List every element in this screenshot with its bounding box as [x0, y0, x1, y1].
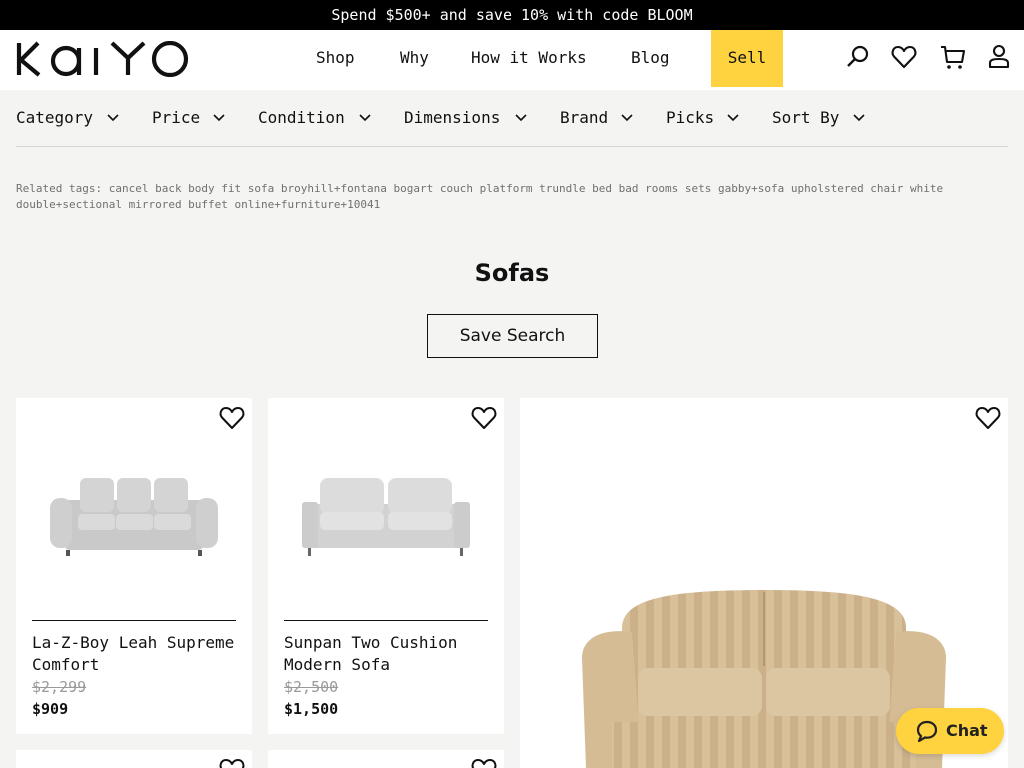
sale-price: $1,500 — [284, 700, 339, 718]
chevron-down-icon — [107, 114, 119, 122]
original-price: $2,299 — [32, 678, 87, 696]
product-card[interactable] — [16, 750, 252, 768]
product-name[interactable]: Sunpan Two Cushion Modern Sofa — [284, 632, 494, 676]
product-image[interactable] — [302, 476, 470, 556]
chevron-down-icon — [853, 114, 865, 122]
heart-icon[interactable] — [470, 404, 498, 432]
chevron-down-icon — [727, 114, 739, 122]
filter-label: Sort By — [772, 108, 840, 127]
filter-dimensions[interactable]: Dimensions — [404, 90, 527, 146]
chevron-down-icon — [359, 114, 371, 122]
filter-category[interactable]: Category — [16, 90, 119, 146]
product-card[interactable]: Sunpan Two Cushion Modern Sofa $2,500 $1… — [268, 398, 504, 734]
filter-label: Picks — [666, 108, 715, 127]
filter-bar: Category Price Condition Dimensions Bran… — [16, 90, 1008, 147]
chat-button[interactable]: Chat — [896, 708, 1004, 754]
chevron-down-icon — [213, 114, 225, 122]
product-image[interactable] — [50, 476, 218, 558]
filter-sort-by[interactable]: Sort By — [772, 90, 865, 146]
nav-blog[interactable]: Blog — [631, 30, 670, 87]
promo-banner: Spend $500+ and save 10% with code BLOOM — [0, 0, 1024, 30]
filter-label: Condition — [258, 108, 345, 127]
nav-how-it-works[interactable]: How it Works — [471, 30, 587, 87]
card-divider — [32, 620, 236, 621]
filter-price[interactable]: Price — [152, 90, 225, 146]
save-search-button[interactable]: Save Search — [427, 314, 598, 358]
heart-icon[interactable] — [470, 756, 498, 768]
related-tags[interactable]: Related tags: cancel back body fit sofa … — [16, 181, 1008, 213]
card-divider — [284, 620, 488, 621]
chat-label: Chat — [946, 721, 988, 740]
filter-picks[interactable]: Picks — [666, 90, 739, 146]
filter-label: Dimensions — [404, 108, 501, 127]
user-icon[interactable] — [985, 43, 1013, 71]
site-header: Shop Why How it Works Blog Sell — [0, 30, 1024, 90]
heart-icon[interactable] — [890, 43, 918, 71]
original-price: $2,500 — [284, 678, 339, 696]
chevron-down-icon — [515, 114, 527, 122]
search-icon[interactable] — [844, 43, 872, 71]
chevron-down-icon — [621, 114, 633, 122]
heart-icon[interactable] — [974, 404, 1002, 432]
product-name[interactable]: La-Z-Boy Leah Supreme Comfort — [32, 632, 242, 676]
product-card[interactable]: La-Z-Boy Leah Supreme Comfort $2,299 $90… — [16, 398, 252, 734]
nav-sell-button[interactable]: Sell — [711, 30, 783, 87]
heart-icon[interactable] — [218, 756, 246, 768]
nav-shop[interactable]: Shop — [316, 30, 355, 87]
product-card[interactable] — [268, 750, 504, 768]
heart-icon[interactable] — [218, 404, 246, 432]
filter-label: Category — [16, 108, 94, 127]
filter-brand[interactable]: Brand — [560, 90, 633, 146]
filter-label: Brand — [560, 108, 609, 127]
page-title: Sofas — [474, 259, 550, 287]
sale-price: $909 — [32, 700, 69, 718]
chat-bubble-icon — [916, 720, 938, 742]
filter-condition[interactable]: Condition — [258, 90, 371, 146]
nav-why[interactable]: Why — [400, 30, 429, 87]
cart-icon[interactable] — [939, 43, 967, 71]
product-image[interactable] — [582, 588, 946, 768]
kaiyo-logo[interactable] — [16, 41, 192, 77]
filter-label: Price — [152, 108, 201, 127]
